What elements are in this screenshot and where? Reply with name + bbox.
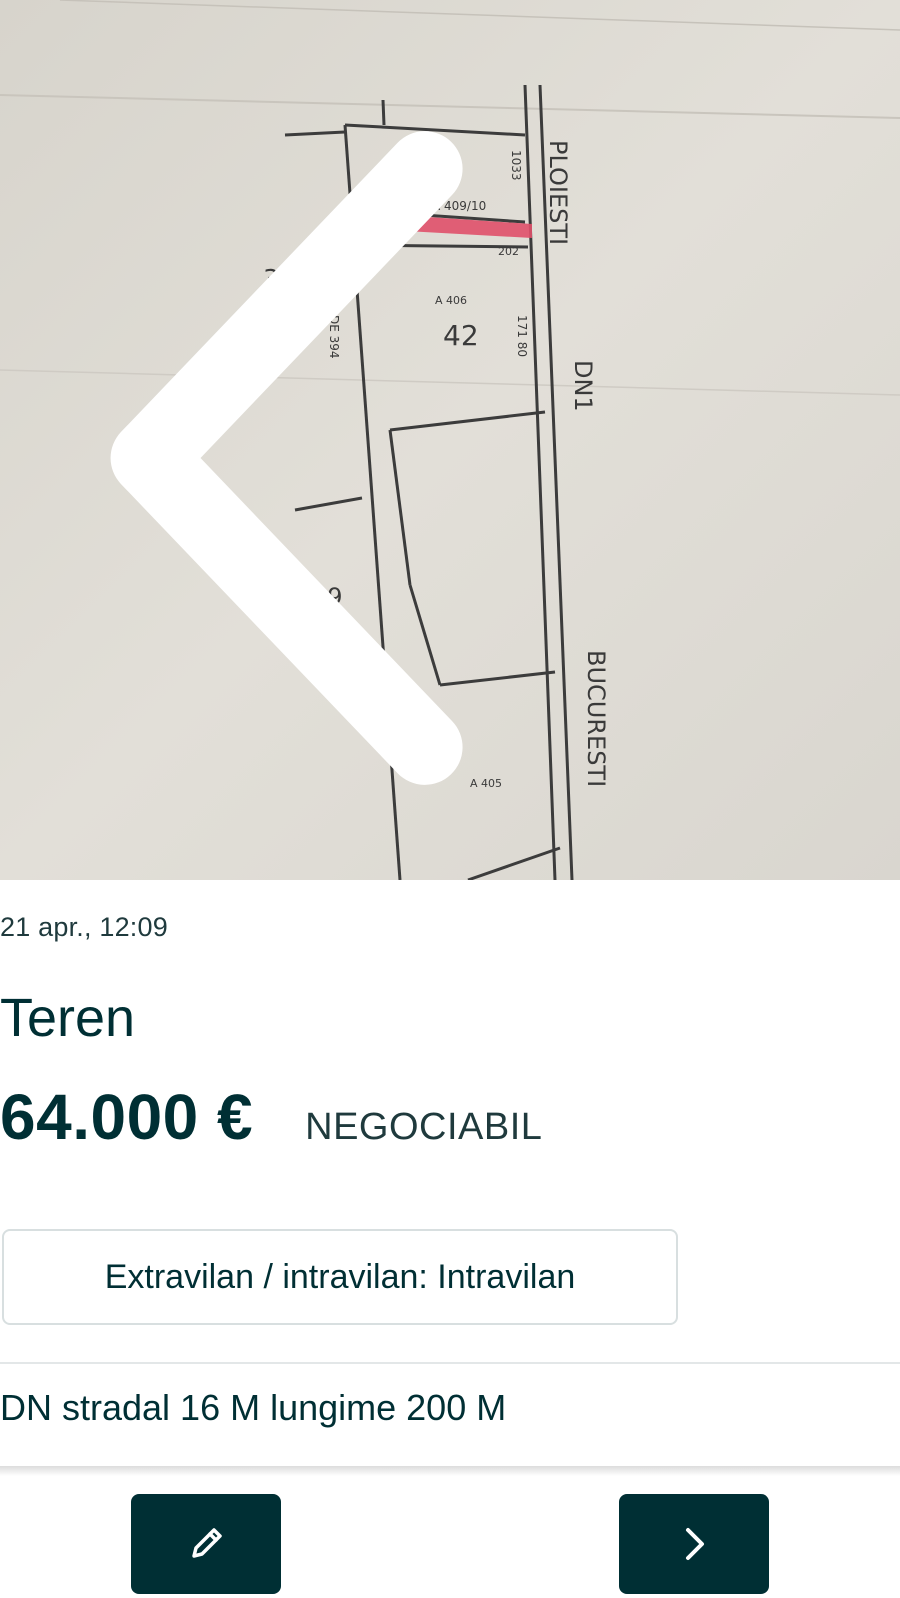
attribute-chip-label: Extravilan / intravilan: Intravilan [104,1257,576,1296]
action-bar-shadow [0,1466,900,1476]
price: 64.000 € [0,1081,254,1153]
listing-page: 38 A 395 42 A 406 39 A 397 A 409/10 A 40… [0,0,900,1598]
listing-title: Teren [0,988,136,1048]
listing-photo[interactable]: 38 A 395 42 A 406 39 A 397 A 409/10 A 40… [0,0,900,880]
attribute-chip: Extravilan / intravilan: Intravilan [2,1229,678,1325]
back-button[interactable] [0,18,463,785]
chevron-right-icon [686,1528,704,1560]
action-bar [0,1476,900,1598]
divider [0,1362,900,1364]
negotiable-badge: NEGOCIABIL [305,1106,543,1148]
pencil-icon [192,1528,222,1558]
price-row: 64.000 € NEGOCIABIL [0,1080,543,1153]
chevron-left-icon [110,131,463,785]
posted-date: 21 apr., 12:09 [0,912,168,942]
listing-description: DN stradal 16 M lungime 200 M [0,1387,507,1428]
edit-button[interactable] [131,1494,281,1594]
next-button[interactable] [619,1494,769,1594]
